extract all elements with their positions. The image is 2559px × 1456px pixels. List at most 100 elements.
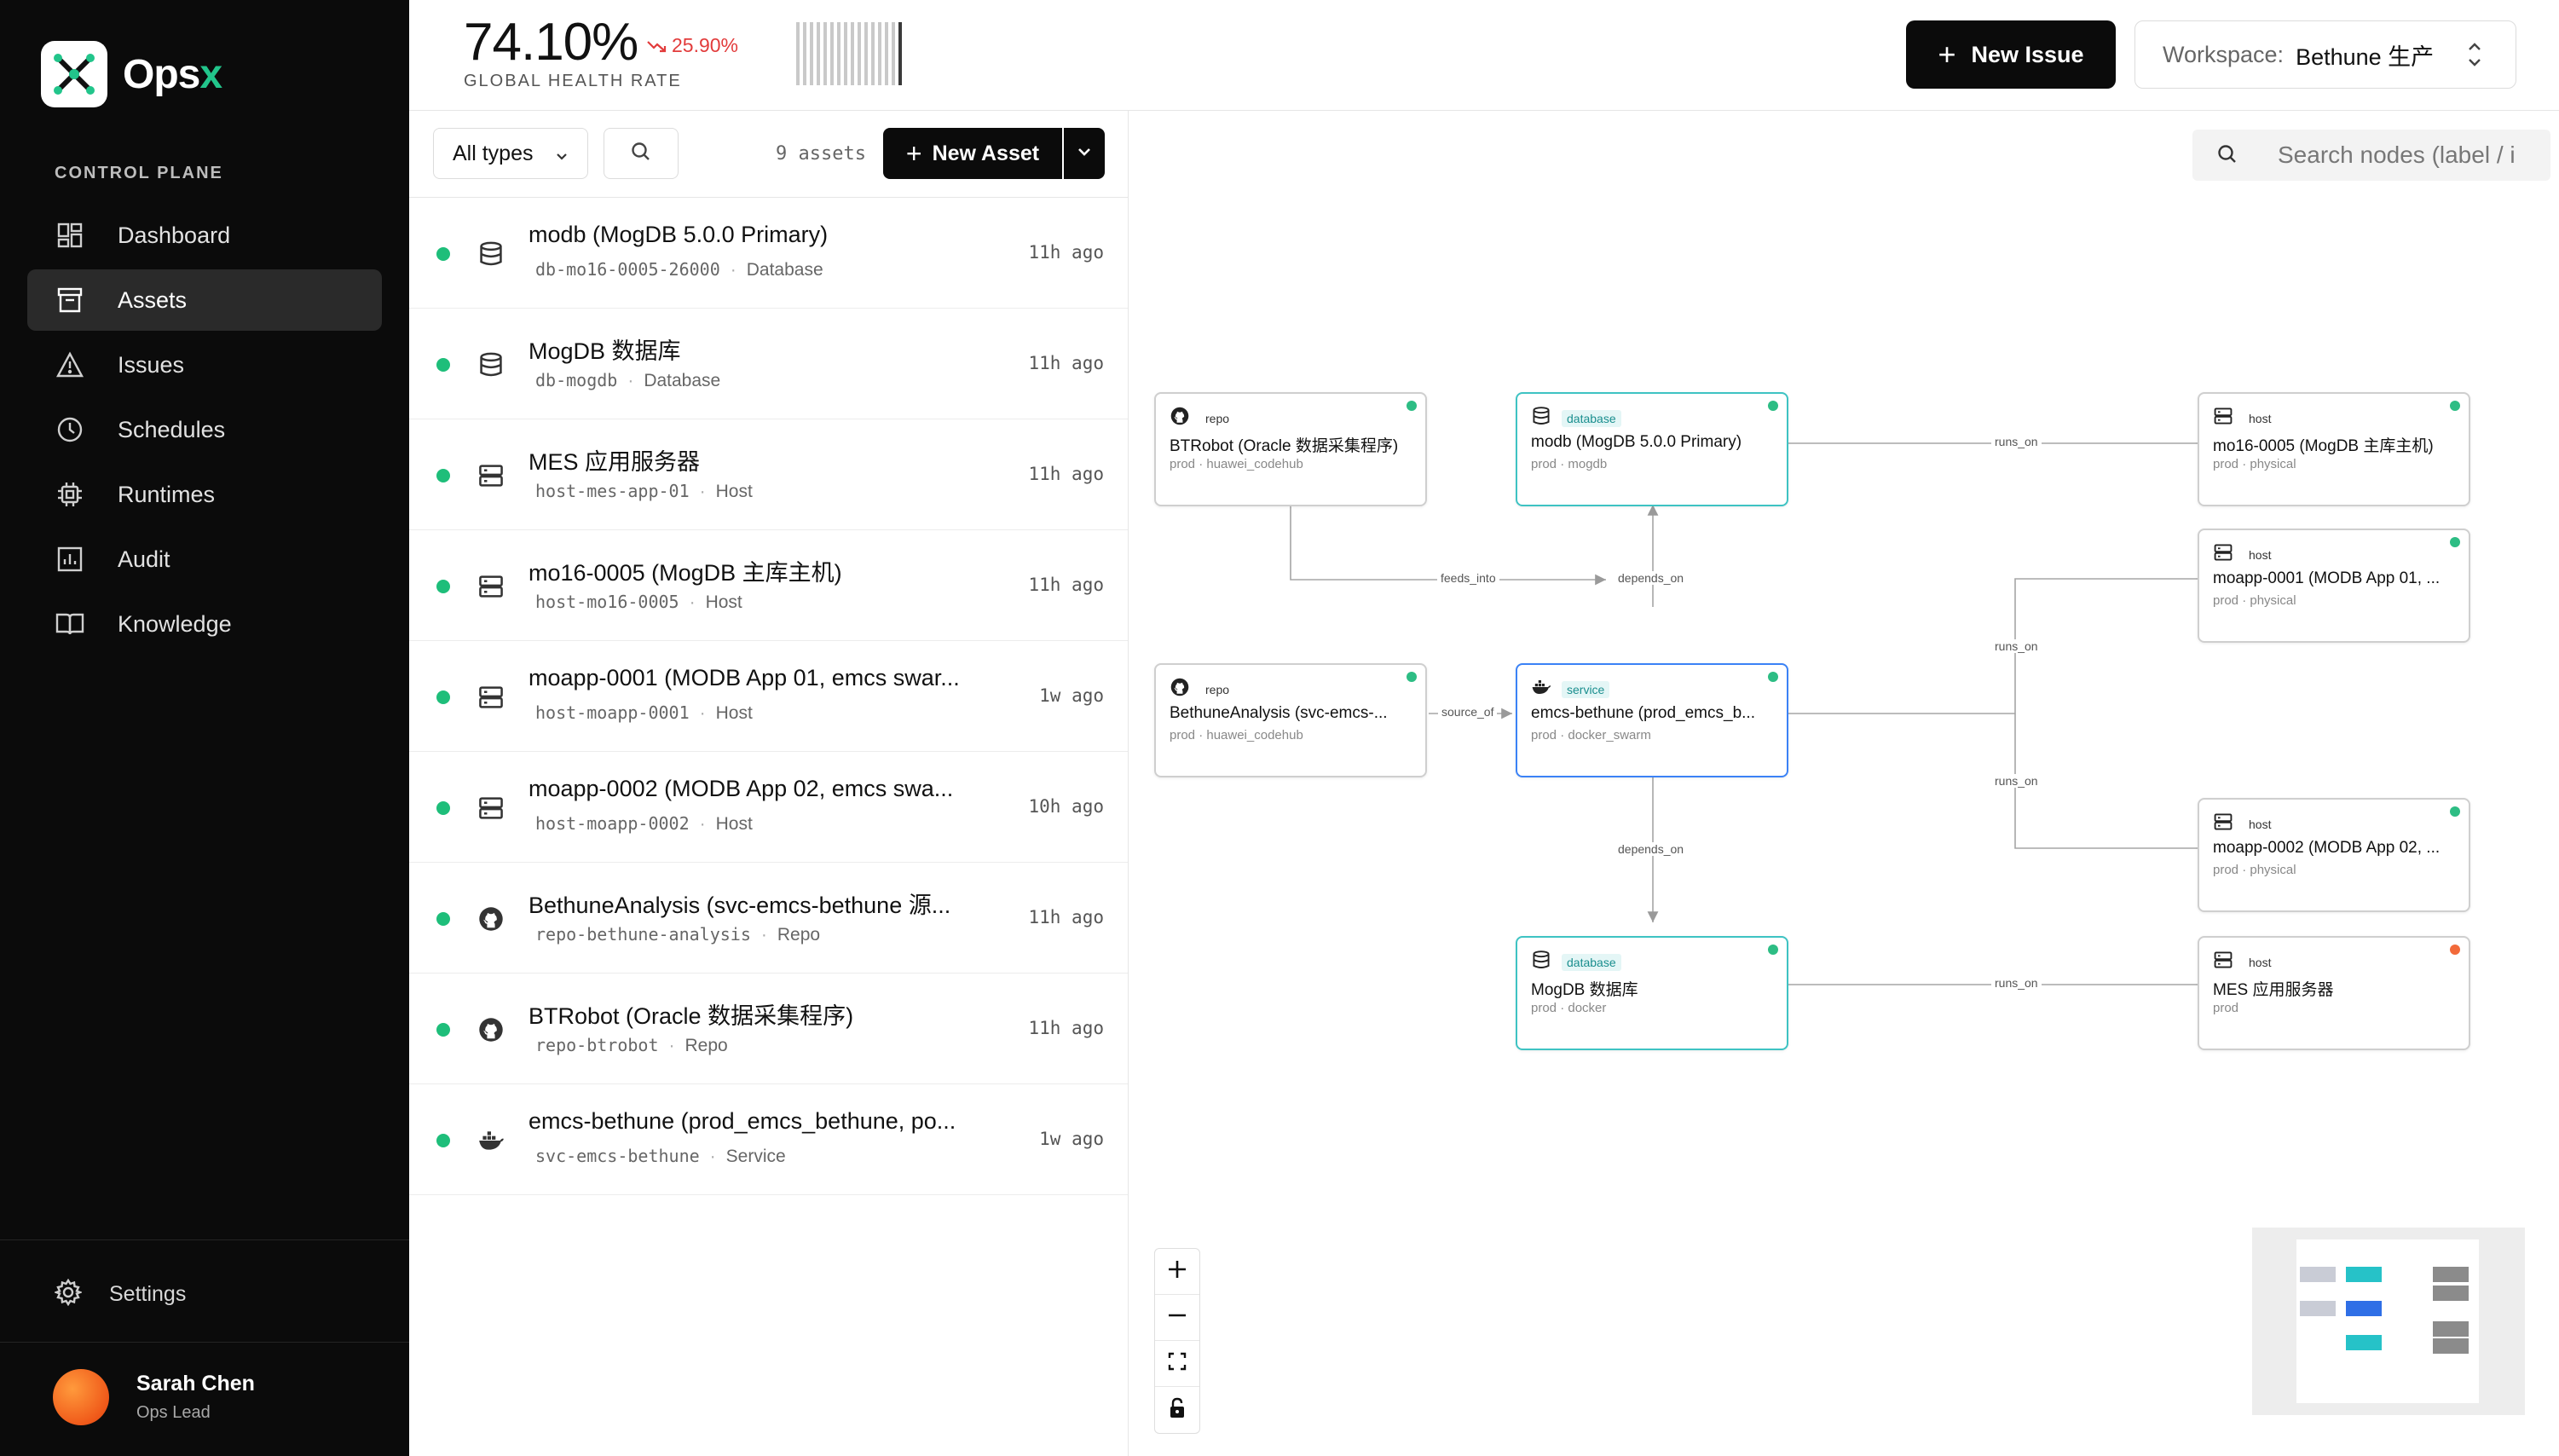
- graph-node[interactable]: service emcs-bethune (prod_emcs_b... pro…: [1516, 663, 1788, 777]
- workspace-selector[interactable]: Workspace: Bethune 生产: [2134, 20, 2516, 89]
- asset-kind: Database: [644, 371, 721, 390]
- graph-node[interactable]: host MES 应用服务器 prod: [2198, 936, 2470, 1050]
- sparkline-bar: [885, 22, 888, 85]
- sidebar-item-knowledge[interactable]: Knowledge: [27, 593, 382, 655]
- asset-row[interactable]: mo16-0005 (MogDB 主库主机) host-mo16-0005 · Ho…: [409, 530, 1128, 641]
- fit-view-button[interactable]: [1155, 1341, 1199, 1387]
- node-name: MogDB 数据库: [1531, 981, 1638, 999]
- graph-node[interactable]: database modb (MogDB 5.0.0 Primary) prod…: [1516, 392, 1788, 506]
- asset-row[interactable]: moapp-0002 (MODB App 02, emcs swa... hos…: [409, 752, 1128, 863]
- graph-node[interactable]: repo BethuneAnalysis (svc-emcs-... prod …: [1154, 663, 1427, 777]
- server-icon: [474, 459, 508, 493]
- node-status-dot: [1407, 401, 1417, 411]
- sidebar-item-label: Assets: [118, 286, 188, 313]
- asset-row[interactable]: MES 应用服务器 host-mes-app-01 · Host 11h ago: [409, 419, 1128, 530]
- lock-view-button[interactable]: [1155, 1387, 1199, 1433]
- new-asset-dropdown-button[interactable]: [1064, 128, 1105, 179]
- server-icon: [2213, 406, 2233, 430]
- edge-label: depends_on: [1615, 842, 1688, 856]
- edge-label: runs_on: [1991, 435, 2042, 448]
- asset-updated-time: 10h ago: [1028, 796, 1104, 817]
- asset-row[interactable]: modb (MogDB 5.0.0 Primary) db-mo16-0005-…: [409, 198, 1128, 309]
- sidebar-item-settings[interactable]: Settings: [27, 1267, 382, 1321]
- workspace-label: Workspace:: [2163, 41, 2285, 67]
- github-icon: [1170, 406, 1190, 430]
- sidebar-item-label: Runtimes: [118, 481, 216, 507]
- asset-row[interactable]: MogDB 数据库 db-mogdb · Database 11h ago: [409, 309, 1128, 419]
- sidebar-item-label: Issues: [118, 351, 185, 378]
- asset-row[interactable]: BTRobot (Oracle 数据采集程序) repo-btrobot · Rep…: [409, 974, 1128, 1084]
- topology-graph[interactable]: Search nodes (label / i runs_on feeds_in…: [1129, 111, 2559, 1456]
- plus-icon: [1166, 1258, 1188, 1285]
- sparkline-bar: [837, 22, 840, 85]
- sidebar-item-label: Schedules: [118, 416, 226, 442]
- graph-minimap[interactable]: [2252, 1228, 2525, 1415]
- asset-row[interactable]: moapp-0001 (MODB App 01, emcs swar... ho…: [409, 641, 1128, 752]
- node-header: host: [2213, 812, 2276, 836]
- type-filter-select[interactable]: All types: [433, 128, 588, 179]
- new-asset-button[interactable]: + New Asset: [883, 128, 1062, 179]
- chevron-down-icon: [553, 146, 570, 170]
- asset-name: moapp-0001 (MODB App 01, emcs swar...: [529, 665, 960, 690]
- server-icon: [474, 791, 508, 825]
- sidebar-item-schedules[interactable]: Schedules: [27, 399, 382, 460]
- sidebar-item-audit[interactable]: Audit: [27, 529, 382, 590]
- graph-node[interactable]: host moapp-0002 (MODB App 02, ... prod ·…: [2198, 798, 2470, 912]
- asset-search-button[interactable]: [604, 128, 679, 179]
- zoom-in-button[interactable]: [1155, 1249, 1199, 1295]
- asset-kind: Repo: [685, 1036, 728, 1055]
- user-profile[interactable]: Sarah Chen Ops Lead: [53, 1369, 255, 1425]
- graph-node[interactable]: host moapp-0001 (MODB App 01, ... prod ·…: [2198, 529, 2470, 643]
- new-issue-button[interactable]: + New Issue: [1906, 20, 2116, 89]
- edge-label: runs_on: [1991, 639, 2042, 653]
- graph-node[interactable]: host mo16-0005 (MogDB 主库主机) prod · physi…: [2198, 392, 2470, 506]
- asset-kind: Database: [746, 260, 823, 280]
- asset-name: moapp-0002 (MODB App 02, emcs swa...: [529, 776, 954, 801]
- section-label: CONTROL PLANE: [55, 164, 223, 182]
- github-icon: [474, 1013, 508, 1047]
- node-status-dot: [1407, 672, 1417, 682]
- asset-name: MES 应用服务器: [529, 449, 701, 475]
- minimap-node: [2433, 1267, 2469, 1282]
- asset-kind: Service: [725, 1147, 786, 1166]
- status-dot: [436, 1134, 450, 1147]
- graph-node[interactable]: repo BTRobot (Oracle 数据采集程序) prod · huaw…: [1154, 392, 1427, 506]
- sidebar-item-issues[interactable]: Issues: [27, 334, 382, 396]
- sparkline-bar: [810, 22, 813, 85]
- minus-icon: [1166, 1304, 1188, 1331]
- type-filter-value: All types: [453, 141, 534, 165]
- health-rate-value: 74.10%: [464, 13, 638, 72]
- node-header: host: [2213, 950, 2276, 974]
- node-name: moapp-0001 (MODB App 01, ...: [2213, 569, 2441, 587]
- asset-subline: repo-bethune-analysis · Repo: [535, 924, 821, 945]
- node-header: database: [1531, 406, 1621, 430]
- asset-row[interactable]: emcs-bethune (prod_emcs_bethune, po... s…: [409, 1084, 1128, 1195]
- database-icon: [1531, 950, 1551, 974]
- book-icon: [55, 609, 85, 639]
- asset-name: BethuneAnalysis (svc-emcs-bethune 源...: [529, 893, 951, 918]
- node-name: BTRobot (Oracle 数据采集程序): [1170, 437, 1399, 455]
- zoom-controls: [1154, 1248, 1200, 1434]
- node-name: moapp-0002 (MODB App 02, ...: [2213, 839, 2441, 857]
- edge-label: depends_on: [1615, 571, 1688, 585]
- server-icon: [2213, 812, 2233, 836]
- asset-row[interactable]: BethuneAnalysis (svc-emcs-bethune 源... r…: [409, 863, 1128, 974]
- zoom-out-button[interactable]: [1155, 1295, 1199, 1341]
- asset-slug: db-mogdb: [535, 370, 618, 390]
- node-name: MES 应用服务器: [2213, 981, 2334, 999]
- node-name: BethuneAnalysis (svc-emcs-...: [1170, 704, 1388, 722]
- asset-updated-time: 11h ago: [1028, 242, 1104, 263]
- database-icon: [1531, 406, 1551, 430]
- sparkline-bar: [823, 22, 827, 85]
- sidebar-item-dashboard[interactable]: Dashboard: [27, 205, 382, 266]
- database-icon: [474, 237, 508, 271]
- status-dot: [436, 247, 450, 261]
- app-logo[interactable]: Opsx: [41, 41, 222, 107]
- sparkline-bar: [851, 22, 854, 85]
- sidebar-item-runtimes[interactable]: Runtimes: [27, 464, 382, 525]
- node-type-badge: service: [1562, 680, 1610, 698]
- graph-node[interactable]: database MogDB 数据库 prod · docker: [1516, 936, 1788, 1050]
- server-icon: [474, 569, 508, 604]
- node-meta: prod · docker: [1531, 1001, 1607, 1015]
- sidebar-item-assets[interactable]: Assets: [27, 269, 382, 331]
